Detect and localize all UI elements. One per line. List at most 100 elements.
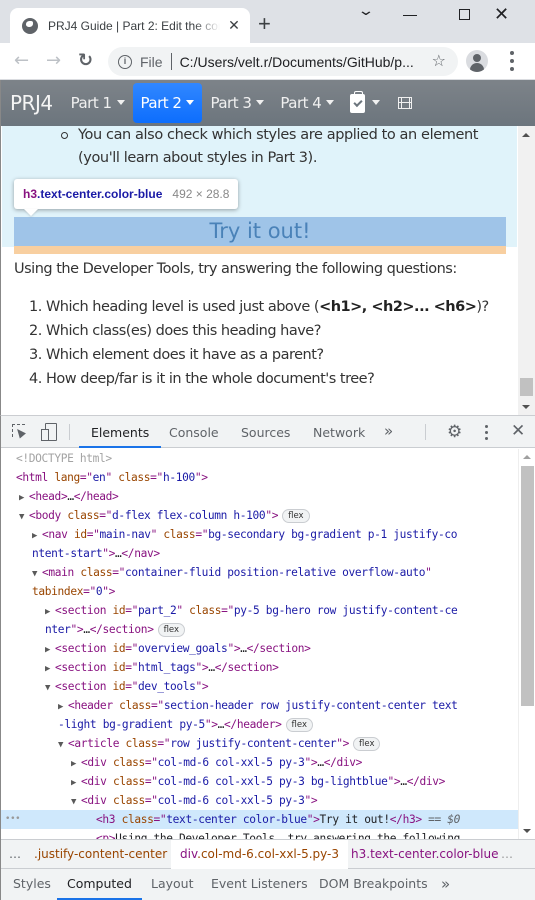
nav-part-1-label: Part 1 <box>70 94 112 112</box>
caret-down-icon <box>186 99 195 105</box>
scrollbar-thumb[interactable] <box>520 378 533 396</box>
address-divider <box>170 53 172 70</box>
more-tabs-icon[interactable]: » <box>441 869 450 900</box>
close-devtools-icon[interactable]: ✕ <box>511 421 525 441</box>
site-navbar: PRJ4 Part 1 Part 2 Part 3 Part 4 <box>1 80 535 126</box>
tab-computed[interactable]: Computed <box>57 869 142 900</box>
scroll-down-arrow-icon[interactable] <box>523 829 531 833</box>
breadcrumb-overflow-icon[interactable]: … <box>501 847 514 861</box>
dom-node-main-wrap[interactable]: tabindex="0"> <box>1 582 518 601</box>
page-scrollbar[interactable] <box>518 126 535 415</box>
tab-network[interactable]: Network <box>301 416 377 448</box>
node-actions-icon[interactable]: ••• <box>5 810 21 829</box>
tooltip-classes: .text-center.color-blue <box>37 187 163 201</box>
question-item: 3. Which element does it have as a paren… <box>29 347 324 363</box>
dom-node-header[interactable]: ▶ <header class="section-header row justi… <box>1 696 518 715</box>
close-tab-icon[interactable]: ✕ <box>226 18 242 34</box>
dom-node-h3-selected[interactable]: ••• <h3 class="text-center color-blue">Tr… <box>1 810 518 829</box>
heading-padding-highlight <box>14 246 506 254</box>
film-icon[interactable] <box>398 97 413 109</box>
tab-layout[interactable]: Layout <box>151 869 194 900</box>
tab-dom-breakpoints[interactable]: DOM Breakpoints <box>319 869 428 900</box>
scroll-down-arrow-icon[interactable] <box>522 405 530 409</box>
dom-node-section-devtools[interactable]: ▼ <section id="dev_tools"> <box>1 677 518 696</box>
breadcrumb-overflow-icon[interactable]: … <box>9 847 22 861</box>
tab-elements[interactable]: Elements <box>79 416 162 448</box>
nav-part-3[interactable]: Part 3 <box>202 83 272 123</box>
dom-node-article[interactable]: ▼ <article class="row justify-content-cen… <box>1 734 518 753</box>
dom-node-section-part2[interactable]: ▶ <section id="part_2" class="py-5 bg-her… <box>1 601 518 620</box>
dom-node-html[interactable]: <html lang="en" class="h-100"> <box>1 468 518 487</box>
dom-node-nav-wrap[interactable]: ntent-start">…</nav> <box>1 544 518 563</box>
dom-node-nav[interactable]: ▶ <nav id="main-nav" class="bg-secondary … <box>1 525 518 544</box>
nav-part-1[interactable]: Part 1 <box>63 83 133 123</box>
more-tabs-icon[interactable]: » <box>384 422 393 440</box>
flex-badge[interactable]: flex <box>285 718 313 732</box>
dom-node-header-wrap[interactable]: -light bg-gradient py-5">…</header> flex <box>1 715 518 734</box>
tab-search-icon[interactable]: ⌄ <box>357 2 375 19</box>
breadcrumb-article[interactable]: .justify-content-center <box>34 840 167 869</box>
dom-node-div-3[interactable]: ▼ <div class="col-md-6 col-xxl-5 py-3"> <box>1 791 518 810</box>
tab-sources[interactable]: Sources <box>229 416 302 448</box>
question-item: 4. How deep/far is it in the whole docum… <box>29 371 375 387</box>
dom-node-main[interactable]: ▼ <main class="container-fluid position-r… <box>1 563 518 582</box>
window-close-button[interactable]: ✕ <box>494 4 509 25</box>
security-label: File <box>140 53 163 70</box>
tab-event-listeners[interactable]: Event Listeners <box>211 869 308 900</box>
back-icon[interactable]: ← <box>14 51 29 71</box>
dom-node-div-2[interactable]: ▶ <div class="col-md-6 col-xxl-5 py-3 bg-… <box>1 772 518 791</box>
flex-badge[interactable]: flex <box>282 509 310 523</box>
question-item: 2. Which class(es) does this heading hav… <box>29 323 321 339</box>
dom-node-doctype[interactable]: <!DOCTYPE html> <box>1 449 518 468</box>
tab-console[interactable]: Console <box>157 416 231 448</box>
scroll-up-arrow-icon[interactable] <box>523 455 531 459</box>
breadcrumb-h3[interactable]: h3.text-center.color-blue <box>351 840 498 869</box>
dom-node-body[interactable]: ▼ <body class="d-flex flex-column h-100">… <box>1 506 518 525</box>
clipboard-check-icon <box>350 90 366 113</box>
nav-part-4[interactable]: Part 4 <box>272 83 342 123</box>
inspect-tooltip: h3 .text-center.color-blue 492 × 28.8 <box>14 179 239 209</box>
address-bar[interactable]: i File C:/Users/velt.r/Documents/GitHub/… <box>108 47 458 76</box>
bookmark-star-icon[interactable]: ☆ <box>432 51 446 70</box>
scrollbar-thumb[interactable] <box>521 466 534 706</box>
settings-gear-icon[interactable]: ⚙ <box>447 423 462 441</box>
browser-menu-icon[interactable] <box>510 51 514 71</box>
dom-node-section-part2-wrap[interactable]: nter">…</section> flex <box>1 620 518 639</box>
toolbar-divider <box>69 424 70 440</box>
bullet-icon <box>61 132 68 139</box>
nav-part-2[interactable]: Part 2 <box>132 83 203 123</box>
site-brand[interactable]: PRJ4 <box>10 91 53 115</box>
inspect-element-icon[interactable] <box>12 424 25 437</box>
flex-badge[interactable]: flex <box>157 623 186 637</box>
device-toolbar-icon[interactable] <box>41 423 57 441</box>
reload-icon[interactable]: ↻ <box>78 51 93 71</box>
forward-icon[interactable]: → <box>46 51 61 71</box>
questions-intro: Using the Developer Tools, try answering… <box>14 261 457 277</box>
info-icon[interactable]: i <box>118 54 132 69</box>
tab-styles[interactable]: Styles <box>13 869 51 900</box>
dom-node-section-tags[interactable]: ▶ <section id="html_tags">…</section> <box>1 658 518 677</box>
profile-avatar-icon[interactable] <box>466 50 488 72</box>
browser-tab[interactable]: PRJ4 Guide | Part 2: Edit the content ✕ <box>10 8 250 43</box>
breadcrumb-div[interactable]: div.col-md-6.col-xxl-5.py-3 <box>171 840 349 869</box>
browser-toolbar: ← → ↻ i File C:/Users/velt.r/Documents/G… <box>0 43 535 80</box>
new-tab-button[interactable]: + <box>258 11 271 37</box>
scroll-up-arrow-icon[interactable] <box>522 133 530 137</box>
nav-exercises-dropdown[interactable] <box>342 83 388 123</box>
dom-node-head[interactable]: ▶ <head>…</head> <box>1 487 518 506</box>
dom-scrollbar[interactable] <box>518 449 535 839</box>
question-item: 1. Which heading level is used just abov… <box>29 299 489 315</box>
caret-down-icon <box>256 99 265 105</box>
try-it-out-heading: Try it out! <box>14 217 506 246</box>
devtools-menu-icon[interactable] <box>485 425 488 440</box>
dom-tree[interactable]: <!DOCTYPE html> <html lang="en" class="h… <box>1 449 518 839</box>
url-text[interactable]: C:/Users/velt.r/Documents/GitHub/p... <box>180 54 414 70</box>
dom-node-p[interactable]: <p>Using the Developer Tools, try answer… <box>1 829 518 839</box>
tab-title: PRJ4 Guide | Part 2: Edit the content <box>48 18 220 33</box>
flex-badge[interactable]: flex <box>353 737 381 751</box>
minimize-button[interactable] <box>403 15 417 16</box>
dom-node-div-1[interactable]: ▶ <div class="col-md-6 col-xxl-5 py-3">…<… <box>1 753 518 772</box>
caret-down-icon <box>326 99 335 105</box>
maximize-button[interactable] <box>459 9 470 20</box>
dom-node-section-overview[interactable]: ▶ <section id="overview_goals">…</section… <box>1 639 518 658</box>
